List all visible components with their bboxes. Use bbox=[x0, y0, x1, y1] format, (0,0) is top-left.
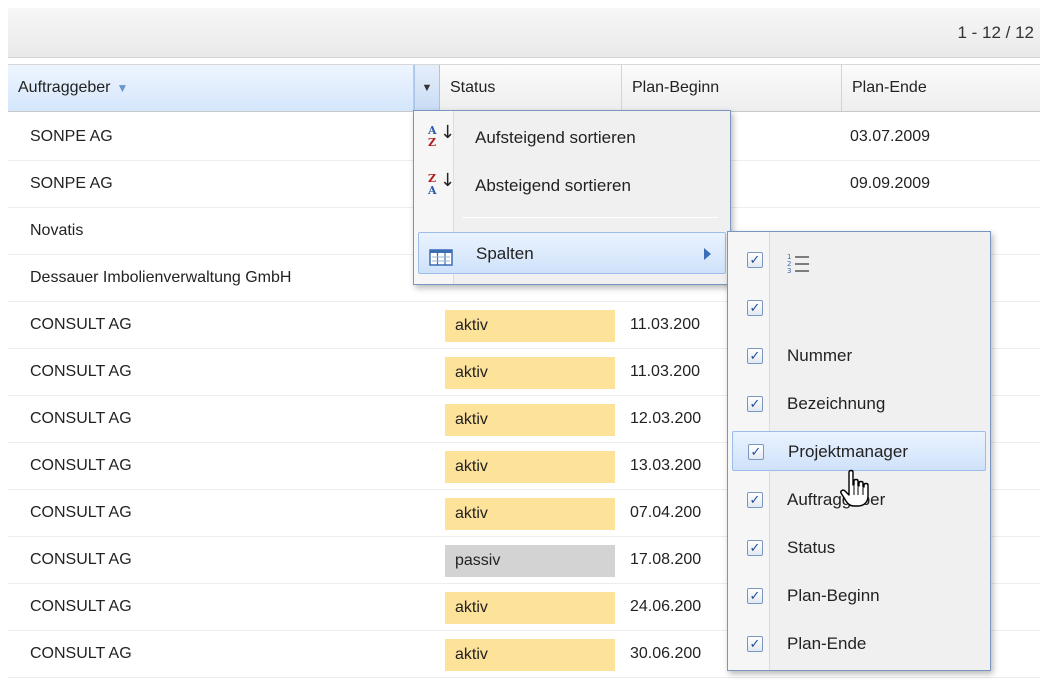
column-header-plan-end[interactable]: Plan-Ende bbox=[842, 65, 1040, 111]
cell-plan-start: 12.03.200 bbox=[630, 410, 702, 427]
cell-plan-start: 17.08.200 bbox=[630, 551, 702, 568]
menu-item-label: Aufsteigend sortieren bbox=[475, 128, 636, 147]
column-toggle-item[interactable]: ✓ Nummer bbox=[732, 336, 986, 376]
checkbox-checked-icon[interactable]: ✓ bbox=[747, 492, 763, 508]
checkbox-checked-icon[interactable]: ✓ bbox=[748, 444, 764, 460]
column-header-label: Plan-Beginn bbox=[632, 79, 720, 96]
sort-descending-icon: Z A ↓ bbox=[428, 170, 456, 197]
checkbox-checked-icon[interactable]: ✓ bbox=[747, 588, 763, 604]
cell-client: CONSULT AG bbox=[30, 645, 132, 662]
cell-client: CONSULT AG bbox=[30, 551, 132, 568]
sort-desc-indicator-icon: ▼ bbox=[116, 81, 129, 95]
cell-plan-end: 09.09.2009 bbox=[850, 175, 931, 192]
paging-toolbar: 1 - 12 / 12 bbox=[8, 8, 1040, 58]
cell-client: SONPE AG bbox=[30, 175, 113, 192]
checkbox-checked-icon[interactable]: ✓ bbox=[747, 396, 763, 412]
cell-plan-end: 03.07.2009 bbox=[850, 128, 931, 145]
column-toggle-item[interactable]: ✓ bbox=[732, 288, 986, 328]
cell-client: CONSULT AG bbox=[30, 316, 132, 333]
cell-plan-start: 07.04.200 bbox=[630, 504, 702, 521]
column-toggle-label: Plan-Ende bbox=[787, 634, 867, 653]
cell-client: CONSULT AG bbox=[30, 410, 132, 427]
cell-client: CONSULT AG bbox=[30, 363, 132, 380]
column-toggle-item[interactable]: ✓ Projektmanager bbox=[732, 431, 986, 471]
checkbox-checked-icon[interactable]: ✓ bbox=[747, 540, 763, 556]
column-toggle-label: Status bbox=[787, 538, 836, 557]
column-toggle-item[interactable]: ✓ Plan-Ende bbox=[732, 624, 986, 664]
column-toggle-label: Projektmanager bbox=[788, 442, 909, 461]
menu-item-sort-ascending[interactable]: A Z ↓ Aufsteigend sortieren bbox=[418, 117, 726, 159]
checkbox-checked-icon[interactable]: ✓ bbox=[747, 252, 763, 268]
column-toggle-item[interactable]: ✓ 1 2 3 bbox=[732, 240, 986, 280]
cell-client: Novatis bbox=[30, 222, 84, 239]
checkbox-checked-icon[interactable]: ✓ bbox=[747, 348, 763, 364]
column-menu: A Z ↓ Aufsteigend sortieren Z A ↓ Absteigend… bbox=[413, 110, 731, 285]
status-badge: aktiv bbox=[445, 357, 615, 389]
cell-plan-start: 30.06.200 bbox=[630, 645, 702, 662]
status-badge: aktiv bbox=[445, 404, 615, 436]
column-header-label: Auftraggeber bbox=[18, 79, 111, 97]
submenu-arrow-icon bbox=[704, 248, 711, 260]
menu-item-label: Absteigend sortieren bbox=[475, 176, 631, 195]
checkbox-checked-icon[interactable]: ✓ bbox=[747, 636, 763, 652]
menu-item-label: Spalten bbox=[476, 244, 534, 263]
menu-item-columns[interactable]: Spalten bbox=[418, 232, 726, 274]
cell-plan-start: 13.03.200 bbox=[630, 457, 702, 474]
svg-text:3: 3 bbox=[787, 267, 791, 274]
cell-client: CONSULT AG bbox=[30, 598, 132, 615]
numbered-list-icon: 1 2 3 bbox=[787, 249, 813, 275]
status-badge: aktiv bbox=[445, 592, 615, 624]
cell-client: Dessauer Imbolienverwaltung GmbH bbox=[30, 269, 292, 286]
paging-info: 1 - 12 / 12 bbox=[957, 23, 1034, 42]
column-toggle-item[interactable]: ✓ Plan-Beginn bbox=[732, 576, 986, 616]
cell-plan-start: 11.03.200 bbox=[630, 363, 700, 380]
cell-client: CONSULT AG bbox=[30, 504, 132, 521]
cell-client: CONSULT AG bbox=[30, 457, 132, 474]
column-header-status[interactable]: Status bbox=[440, 65, 622, 111]
cell-plan-start: 24.06.200 bbox=[630, 598, 702, 615]
column-toggle-label: Auftraggeber bbox=[787, 490, 886, 509]
column-header-client[interactable]: Auftraggeber ▼ bbox=[8, 65, 414, 111]
menu-item-sort-descending[interactable]: Z A ↓ Absteigend sortieren bbox=[418, 165, 726, 207]
column-toggle-item[interactable]: ✓ Auftraggeber bbox=[732, 480, 986, 520]
column-toggle-label: Nummer bbox=[787, 346, 853, 365]
status-badge: aktiv bbox=[445, 310, 615, 342]
cell-client: SONPE AG bbox=[30, 128, 113, 145]
status-badge: passiv bbox=[445, 545, 615, 577]
status-badge: aktiv bbox=[445, 451, 615, 483]
column-toggle-item[interactable]: ✓ Status bbox=[732, 528, 986, 568]
column-toggle-label: Bezeichnung bbox=[787, 394, 886, 413]
sort-ascending-icon: A Z ↓ bbox=[428, 122, 456, 149]
columns-submenu: ✓ 1 2 3 ✓ ✓ Nummer ✓ Bezeichnung ✓ Proje… bbox=[727, 231, 991, 671]
checkbox-checked-icon[interactable]: ✓ bbox=[747, 300, 763, 316]
columns-icon bbox=[429, 241, 455, 267]
column-toggle-item[interactable]: ✓ Bezeichnung bbox=[732, 384, 986, 424]
column-header-label: Plan-Ende bbox=[852, 79, 927, 96]
column-menu-trigger-icon[interactable]: ▼ bbox=[414, 65, 440, 111]
status-badge: aktiv bbox=[445, 498, 615, 530]
column-toggle-label: Plan-Beginn bbox=[787, 586, 880, 605]
menu-separator bbox=[462, 217, 718, 218]
column-header-plan-start[interactable]: Plan-Beginn bbox=[622, 65, 842, 111]
column-header-label: Status bbox=[450, 79, 496, 96]
grid-header: Auftraggeber ▼ ▼ Status Plan-Beginn Plan-… bbox=[8, 64, 1040, 112]
status-badge: aktiv bbox=[445, 639, 615, 671]
cell-plan-start: 11.03.200 bbox=[630, 316, 700, 333]
